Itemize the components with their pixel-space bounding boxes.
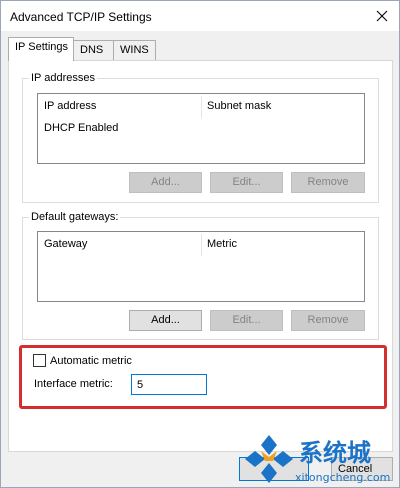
ip-remove-button[interactable]: Remove <box>291 172 365 193</box>
column-header-gateway[interactable]: Gateway <box>44 238 87 250</box>
default-gateways-list[interactable]: Gateway Metric <box>37 231 365 302</box>
list-item-dhcp-enabled[interactable]: DHCP Enabled <box>44 122 118 134</box>
ip-edit-button[interactable]: Edit... <box>210 172 283 193</box>
gateway-remove-button[interactable]: Remove <box>291 310 365 331</box>
ip-addresses-group-label: IP addresses <box>29 72 98 84</box>
highlight-box <box>19 345 387 409</box>
ip-addresses-group: IP addresses IP address Subnet mask DHCP… <box>22 72 379 203</box>
advanced-tcpip-settings-dialog: Advanced TCP/IP Settings IP Settings DNS… <box>0 0 400 488</box>
title-bar: Advanced TCP/IP Settings <box>1 1 399 31</box>
default-gateways-group: Default gateways: Gateway Metric Add... … <box>22 211 379 340</box>
column-separator[interactable] <box>201 234 202 256</box>
column-separator[interactable] <box>201 96 202 118</box>
column-header-subnet-mask[interactable]: Subnet mask <box>207 100 271 112</box>
window-title: Advanced TCP/IP Settings <box>10 10 152 24</box>
tab-label: IP Settings <box>15 41 68 53</box>
column-header-ip-address[interactable]: IP address <box>44 100 96 112</box>
watermark: 系统城 xitongcheng.com <box>239 431 400 488</box>
close-button[interactable] <box>371 5 393 27</box>
tab-label: WINS <box>120 44 149 56</box>
close-icon <box>376 10 388 22</box>
tab-dns[interactable]: DNS <box>73 40 114 61</box>
tab-wins[interactable]: WINS <box>113 40 156 61</box>
watermark-latin-text: xitongcheng.com <box>295 471 391 484</box>
gateway-edit-button[interactable]: Edit... <box>210 310 283 331</box>
ip-add-button[interactable]: Add... <box>129 172 202 193</box>
column-header-metric[interactable]: Metric <box>207 238 237 250</box>
tab-ip-settings[interactable]: IP Settings <box>8 37 74 61</box>
watermark-logo-icon <box>245 435 293 483</box>
ip-addresses-list[interactable]: IP address Subnet mask DHCP Enabled <box>37 93 365 164</box>
gateway-add-button[interactable]: Add... <box>129 310 202 331</box>
default-gateways-group-label: Default gateways: <box>29 211 121 223</box>
watermark-chinese-text: 系统城 <box>299 439 371 467</box>
tab-label: DNS <box>80 44 104 56</box>
